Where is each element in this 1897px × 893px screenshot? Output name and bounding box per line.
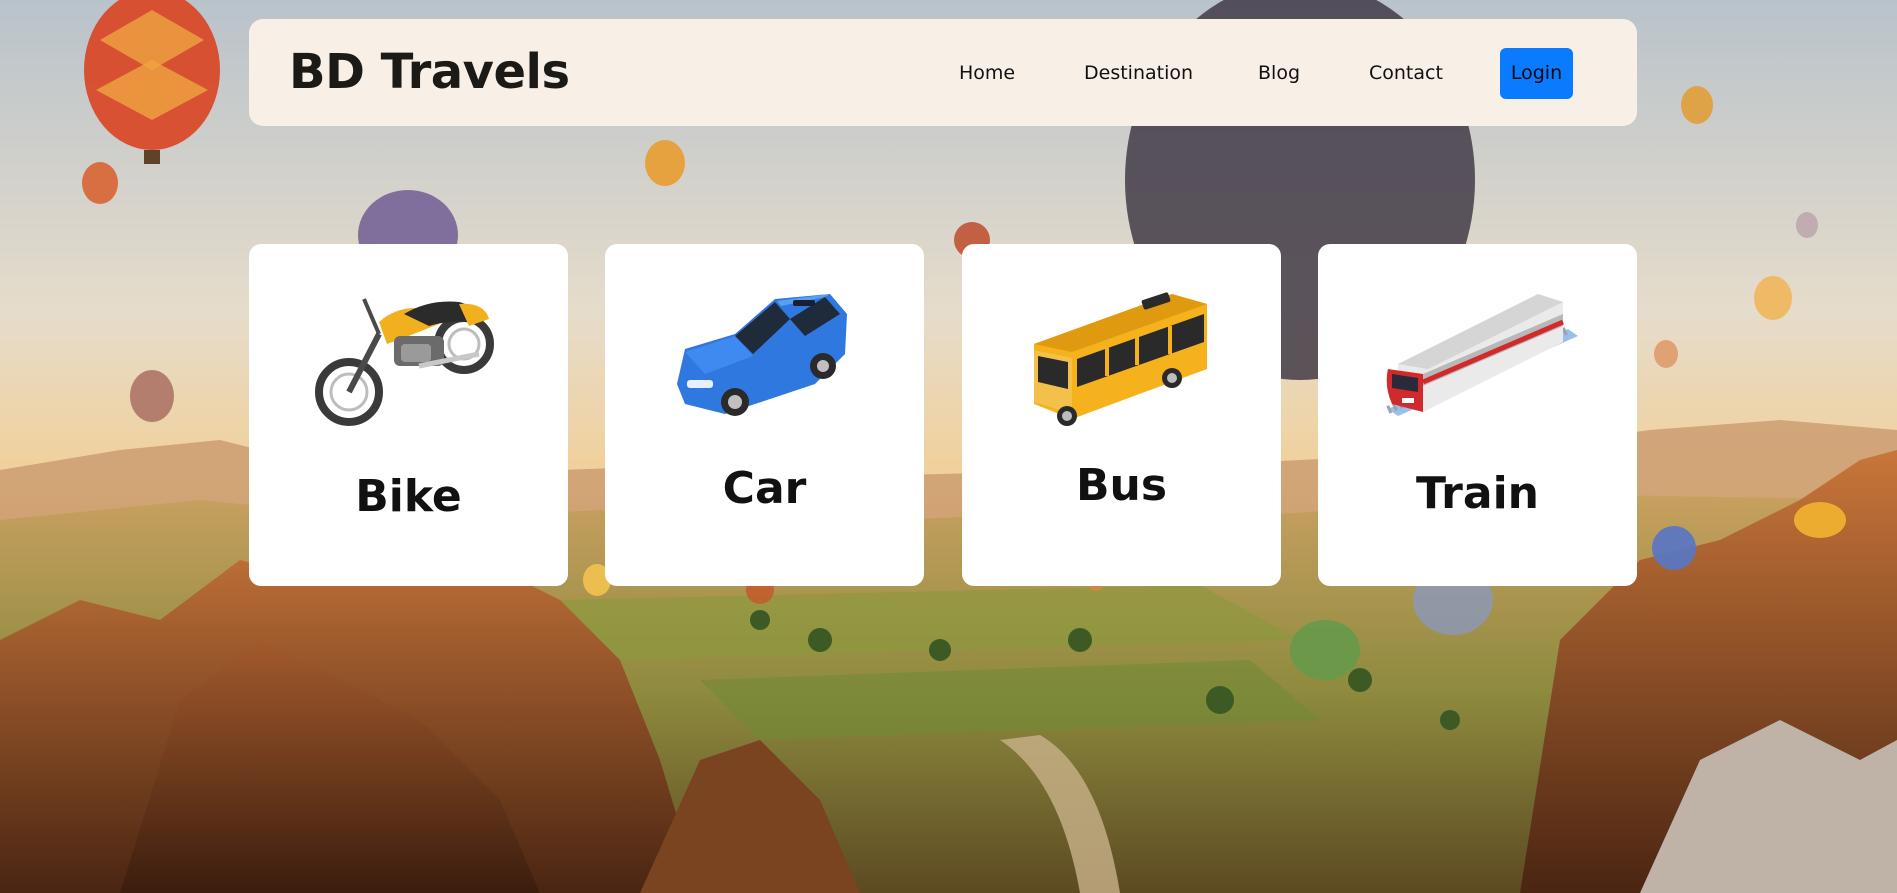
navbar: BD Travels Home Destination Blog Contact…: [249, 19, 1637, 126]
card-bus[interactable]: Bus: [962, 244, 1281, 586]
train-icon: [1378, 274, 1578, 434]
login-button[interactable]: Login: [1500, 48, 1573, 99]
card-label-bike: Bike: [355, 471, 462, 522]
card-car[interactable]: Car: [605, 244, 924, 586]
card-train[interactable]: Train: [1318, 244, 1637, 586]
brand-logo[interactable]: BD Travels: [289, 43, 570, 101]
bus-icon: [1022, 274, 1222, 434]
card-bike[interactable]: Bike: [249, 244, 568, 586]
card-label-bus: Bus: [1075, 460, 1168, 511]
nav-link-blog[interactable]: Blog: [1258, 60, 1300, 86]
nav-link-contact[interactable]: Contact: [1369, 60, 1443, 86]
nav-link-destination[interactable]: Destination: [1084, 60, 1193, 86]
card-label-train: Train: [1416, 468, 1539, 519]
motorcycle-icon: [309, 274, 509, 434]
card-label-car: Car: [722, 463, 807, 514]
nav-link-home[interactable]: Home: [959, 60, 1015, 86]
car-icon: [665, 274, 865, 434]
